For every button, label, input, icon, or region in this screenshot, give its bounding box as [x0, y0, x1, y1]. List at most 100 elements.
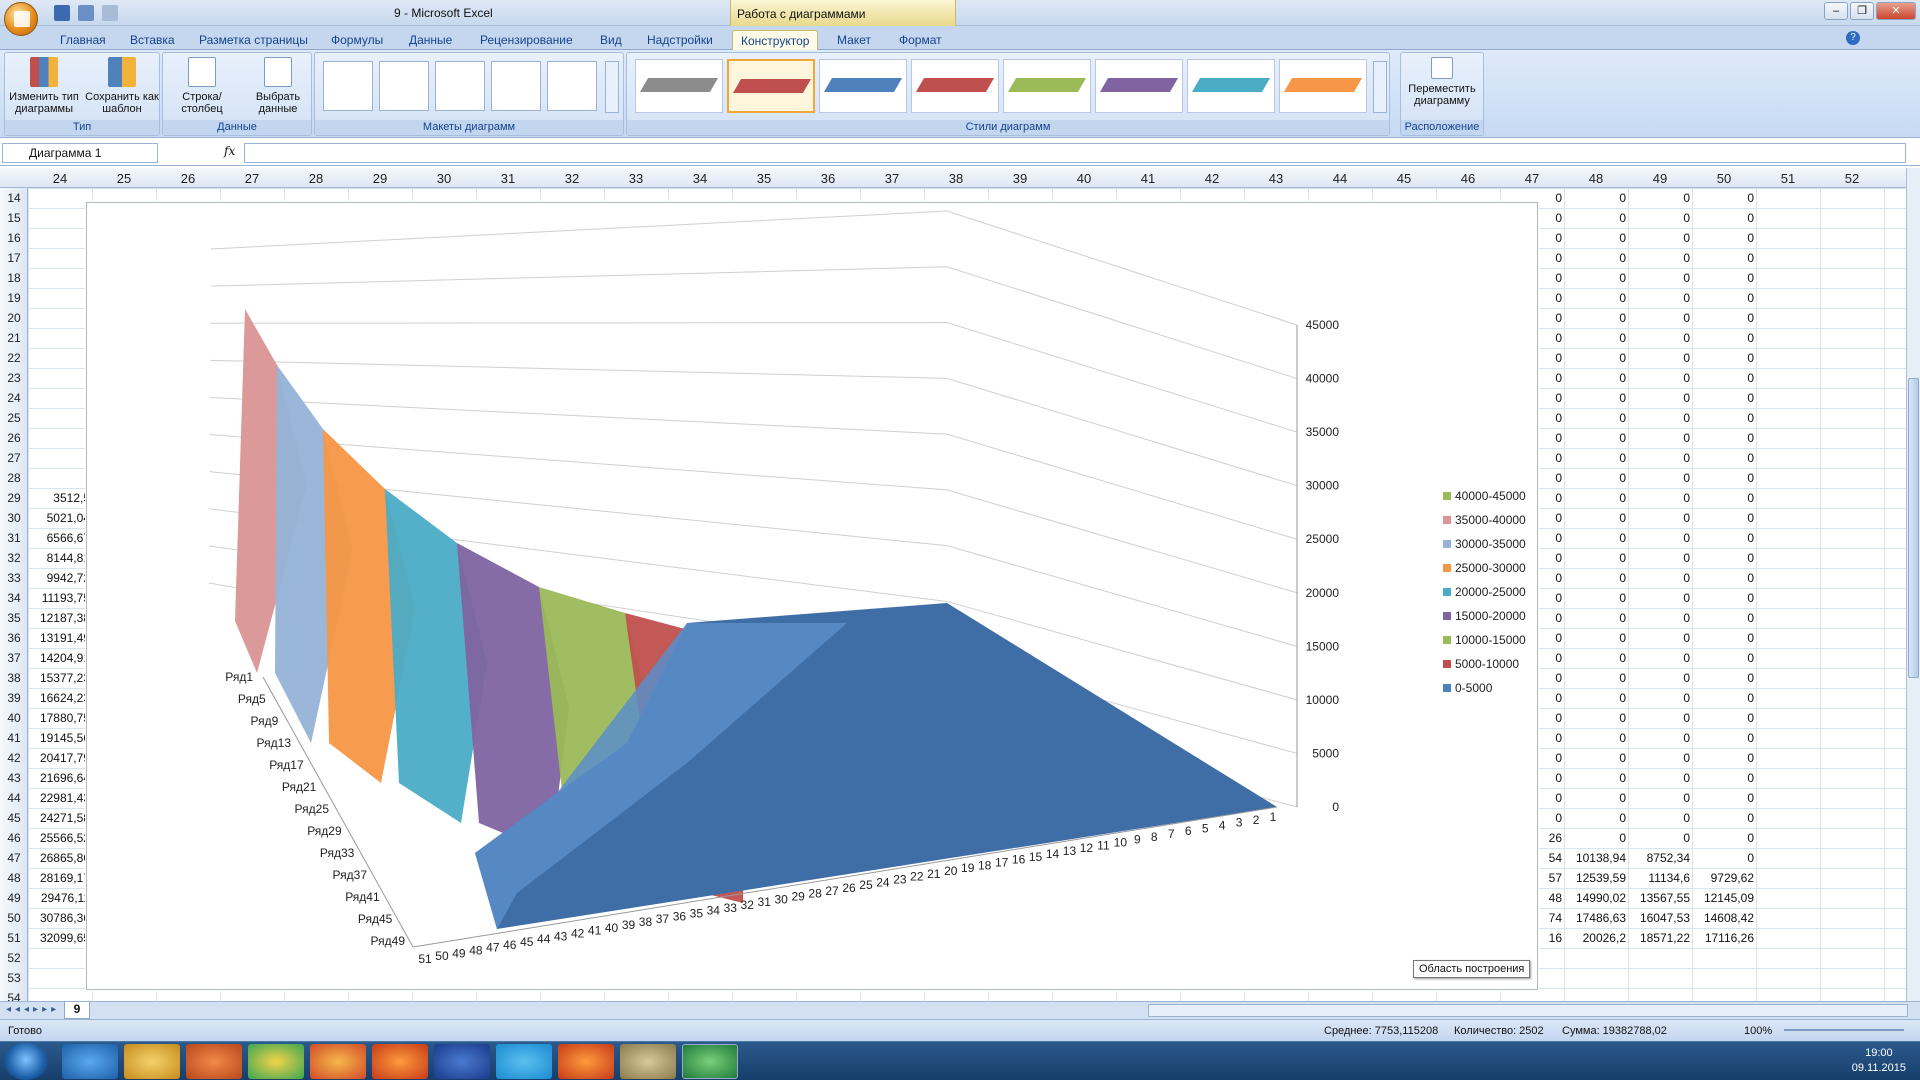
row-header[interactable]: 47: [0, 851, 28, 865]
cell-zero[interactable]: 0: [1692, 771, 1754, 785]
row-header[interactable]: 27: [0, 451, 28, 465]
row-header[interactable]: 41: [0, 731, 28, 745]
explorer-icon[interactable]: [124, 1044, 180, 1079]
row-header[interactable]: 33: [0, 571, 28, 585]
row-header[interactable]: 43: [0, 771, 28, 785]
cell-zero[interactable]: 0: [1564, 271, 1626, 285]
cell-zero[interactable]: 0: [1692, 571, 1754, 585]
cell-zero[interactable]: 0: [1564, 691, 1626, 705]
cell-zero[interactable]: 0: [1692, 471, 1754, 485]
cell-zero[interactable]: 0: [1564, 291, 1626, 305]
vertical-scrollbar[interactable]: [1906, 168, 1920, 1008]
cell-zero[interactable]: 0: [1628, 351, 1690, 365]
surface-chart[interactable]: 45000 40000 35000 30000 25000 20000 15000 10000…: [86, 202, 1538, 990]
cell-col24[interactable]: 16624,23: [28, 691, 90, 705]
cell-zero[interactable]: 0: [1692, 611, 1754, 625]
cell-zero[interactable]: 0: [1628, 251, 1690, 265]
cell-zero[interactable]: 0: [1692, 791, 1754, 805]
cell-col24[interactable]: 25566,52: [28, 831, 90, 845]
tab-home[interactable]: Главная: [52, 30, 114, 50]
column-header[interactable]: 30: [412, 171, 476, 186]
excel-icon[interactable]: [682, 1044, 738, 1079]
row-header[interactable]: 29: [0, 491, 28, 505]
row-header[interactable]: 37: [0, 651, 28, 665]
cell-col24[interactable]: 21696,64: [28, 771, 90, 785]
cell-zero[interactable]: 0: [1628, 731, 1690, 745]
column-header[interactable]: 29: [348, 171, 412, 186]
cell-zero[interactable]: 0: [1628, 631, 1690, 645]
cell-zero[interactable]: 0: [1628, 811, 1690, 825]
cell-zero[interactable]: 0: [1564, 251, 1626, 265]
cell-zero[interactable]: 0: [1692, 531, 1754, 545]
cell-zero[interactable]: 0: [1692, 451, 1754, 465]
tab-data[interactable]: Данные: [401, 30, 460, 50]
column-header[interactable]: 36: [796, 171, 860, 186]
row-header[interactable]: 50: [0, 911, 28, 925]
tab-layout[interactable]: Макет: [829, 30, 879, 50]
cell-zero[interactable]: 0: [1564, 531, 1626, 545]
archive-icon[interactable]: [620, 1044, 676, 1079]
row-header[interactable]: 31: [0, 531, 28, 545]
cell-col24[interactable]: 17880,75: [28, 711, 90, 725]
cell-zero[interactable]: 0: [1692, 431, 1754, 445]
cell-zero[interactable]: 0: [1692, 391, 1754, 405]
cell-col24[interactable]: 11193,75: [28, 591, 90, 605]
cell-col24[interactable]: 12187,38: [28, 611, 90, 625]
cell-zero[interactable]: 0: [1564, 611, 1626, 625]
select-data-button[interactable]: Выбрать данные: [241, 57, 315, 115]
cell-col24[interactable]: 6566,67: [28, 531, 90, 545]
cell-zero[interactable]: 0: [1564, 591, 1626, 605]
cell-zero[interactable]: 0: [1628, 611, 1690, 625]
style-thumb-3[interactable]: [819, 59, 907, 113]
row-header[interactable]: 53: [0, 971, 28, 985]
cell-zero[interactable]: 0: [1628, 531, 1690, 545]
style-thumb-7[interactable]: [1187, 59, 1275, 113]
cell-zero[interactable]: 0: [1564, 491, 1626, 505]
row-header[interactable]: 14: [0, 191, 28, 205]
style-thumb-8[interactable]: [1279, 59, 1367, 113]
cell-col48[interactable]: 12539,59: [1564, 871, 1626, 885]
row-header[interactable]: 52: [0, 951, 28, 965]
cell-col49[interactable]: 13567,55: [1628, 891, 1690, 905]
cell-col49[interactable]: 18571,22: [1628, 931, 1690, 945]
cell-zero[interactable]: 0: [1628, 191, 1690, 205]
cell-zero[interactable]: 0: [1692, 211, 1754, 225]
cell-zero[interactable]: 0: [1628, 491, 1690, 505]
cell-zero[interactable]: 0: [1564, 451, 1626, 465]
row-header[interactable]: 23: [0, 371, 28, 385]
cell-zero[interactable]: 0: [1692, 811, 1754, 825]
cell-zero[interactable]: 0: [1564, 311, 1626, 325]
cell-zero[interactable]: 0: [1692, 331, 1754, 345]
column-header[interactable]: 26: [156, 171, 220, 186]
cell-zero[interactable]: 0: [1628, 431, 1690, 445]
cell-col49[interactable]: 11134,6: [1628, 871, 1690, 885]
cell-zero[interactable]: 0: [1692, 831, 1754, 845]
sheet-tab-9[interactable]: 9: [64, 1002, 90, 1019]
cell-zero[interactable]: 0: [1564, 651, 1626, 665]
column-header[interactable]: 50: [1692, 171, 1756, 186]
cell-zero[interactable]: 0: [1692, 291, 1754, 305]
chrome-icon[interactable]: [248, 1044, 304, 1079]
tab-addins[interactable]: Надстройки: [639, 30, 721, 50]
tab-page-layout[interactable]: Разметка страницы: [191, 30, 316, 50]
cell-col50[interactable]: 9729,62: [1692, 871, 1754, 885]
cell-col24[interactable]: 28169,17: [28, 871, 90, 885]
app-icon[interactable]: [310, 1044, 366, 1079]
cell-zero[interactable]: 0: [1692, 411, 1754, 425]
column-header[interactable]: 46: [1436, 171, 1500, 186]
cell-zero[interactable]: 0: [1692, 351, 1754, 365]
column-header[interactable]: 48: [1564, 171, 1628, 186]
formula-input[interactable]: [244, 143, 1906, 163]
layout-thumb-4[interactable]: [491, 61, 541, 111]
column-header[interactable]: 38: [924, 171, 988, 186]
windows-start-button[interactable]: [4, 1043, 48, 1080]
column-header[interactable]: 34: [668, 171, 732, 186]
row-header[interactable]: 36: [0, 631, 28, 645]
cell-zero[interactable]: 0: [1628, 371, 1690, 385]
cell-zero[interactable]: 0: [1564, 511, 1626, 525]
cell-zero[interactable]: 0: [1628, 651, 1690, 665]
cell-col24[interactable]: 9942,72: [28, 571, 90, 585]
cell-zero[interactable]: 0: [1628, 471, 1690, 485]
cell-zero[interactable]: 0: [1628, 591, 1690, 605]
cell-col24[interactable]: 29476,11: [28, 891, 90, 905]
